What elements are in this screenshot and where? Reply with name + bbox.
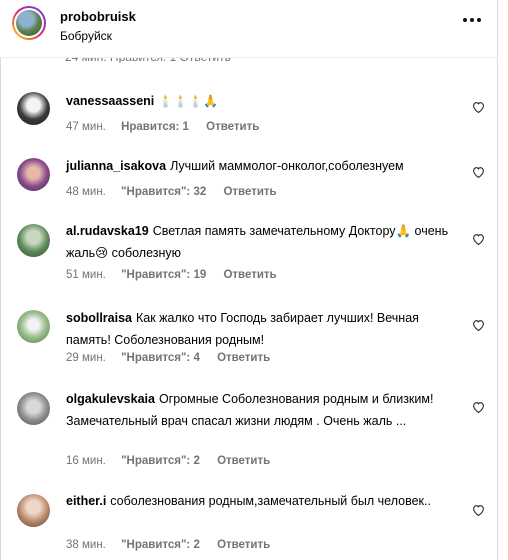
- comment-username[interactable]: olgakulevskaia: [66, 392, 155, 406]
- reply-button[interactable]: Ответить: [206, 121, 259, 133]
- comment-meta: 29 мин. "Нравится": 4 Ответить: [66, 352, 270, 364]
- comment-text: vanessaasseni 🕯️🕯️🕯️🙏: [66, 90, 456, 112]
- commenter-avatar[interactable]: [17, 310, 50, 343]
- frame-left-border: [0, 0, 1, 560]
- comment-time[interactable]: 16 мин.: [66, 455, 106, 467]
- comment-username[interactable]: vanessaasseni: [66, 94, 154, 108]
- commenter-avatar[interactable]: [17, 158, 50, 191]
- commenter-avatar[interactable]: [17, 392, 50, 425]
- comment-body: Лучший маммолог-онколог,соболезнуем: [170, 159, 404, 173]
- comment-likes[interactable]: "Нравится": 2: [121, 455, 200, 467]
- comment-meta: 48 мин. "Нравится": 32 Ответить: [66, 186, 277, 198]
- reply-button[interactable]: Ответить: [217, 352, 270, 364]
- comment-likes[interactable]: "Нравится": 32: [121, 186, 206, 198]
- heart-icon[interactable]: [472, 319, 485, 331]
- commenter-avatar[interactable]: [17, 92, 50, 125]
- commenter-avatar[interactable]: [17, 224, 50, 257]
- comment-meta: 47 мин. Нравится: 1 Ответить: [66, 121, 259, 133]
- comment-likes[interactable]: "Нравится": 2: [121, 539, 200, 551]
- reply-button[interactable]: Ответить: [223, 269, 276, 281]
- reply-button[interactable]: Ответить: [217, 455, 270, 467]
- heart-icon[interactable]: [472, 233, 485, 245]
- heart-icon[interactable]: [472, 504, 485, 516]
- comment-likes[interactable]: Нравится: 1: [121, 121, 189, 133]
- comment-username[interactable]: al.rudavska19: [66, 224, 149, 238]
- comment-time[interactable]: 38 мин.: [66, 539, 106, 551]
- heart-icon[interactable]: [472, 166, 485, 178]
- reply-button[interactable]: Ответить: [217, 539, 270, 551]
- comment-username[interactable]: either.i: [66, 494, 106, 508]
- comment-text: al.rudavska19 Светлая память замечательно…: [66, 220, 456, 264]
- comment-meta: 38 мин. "Нравится": 2 Ответить: [66, 539, 270, 551]
- post-username[interactable]: probobruisk: [60, 9, 136, 24]
- heart-icon[interactable]: [472, 101, 485, 113]
- frame-right-border: [497, 0, 498, 560]
- comment-likes[interactable]: "Нравится": 19: [121, 269, 206, 281]
- comment-text: either.i соболезнования родным,замечатель…: [66, 490, 456, 512]
- comment-time[interactable]: 51 мин.: [66, 269, 106, 281]
- comment-text: olgakulevskaia Огромные Соболезнования ро…: [66, 388, 456, 432]
- comment-meta: 51 мин. "Нравится": 19 Ответить: [66, 269, 277, 281]
- comment-meta: 16 мин. "Нравится": 2 Ответить: [66, 455, 270, 467]
- comment-text: julianna_isakova Лучший маммолог-онколог,…: [66, 155, 456, 177]
- comment-username[interactable]: julianna_isakova: [66, 159, 166, 173]
- comment-time[interactable]: 29 мин.: [66, 352, 106, 364]
- profile-avatar[interactable]: [12, 6, 46, 40]
- commenter-avatar[interactable]: [17, 494, 50, 527]
- more-options-icon[interactable]: [463, 17, 481, 23]
- post-location[interactable]: Бобруйск: [60, 29, 112, 43]
- comment-body: соболезнования родным,замечательный был …: [110, 494, 431, 508]
- comment-likes[interactable]: "Нравится": 4: [121, 352, 200, 364]
- post-header: probobruisk Бобруйск: [0, 0, 497, 58]
- comment-time[interactable]: 47 мин.: [66, 121, 106, 133]
- comment-text: sobollraisa Как жалко что Господь забирае…: [66, 307, 456, 351]
- reply-button[interactable]: Ответить: [223, 186, 276, 198]
- heart-icon[interactable]: [472, 401, 485, 413]
- comment-time[interactable]: 48 мин.: [66, 186, 106, 198]
- comment-body: 🕯️🕯️🕯️🙏: [158, 94, 219, 108]
- comment-username[interactable]: sobollraisa: [66, 311, 132, 325]
